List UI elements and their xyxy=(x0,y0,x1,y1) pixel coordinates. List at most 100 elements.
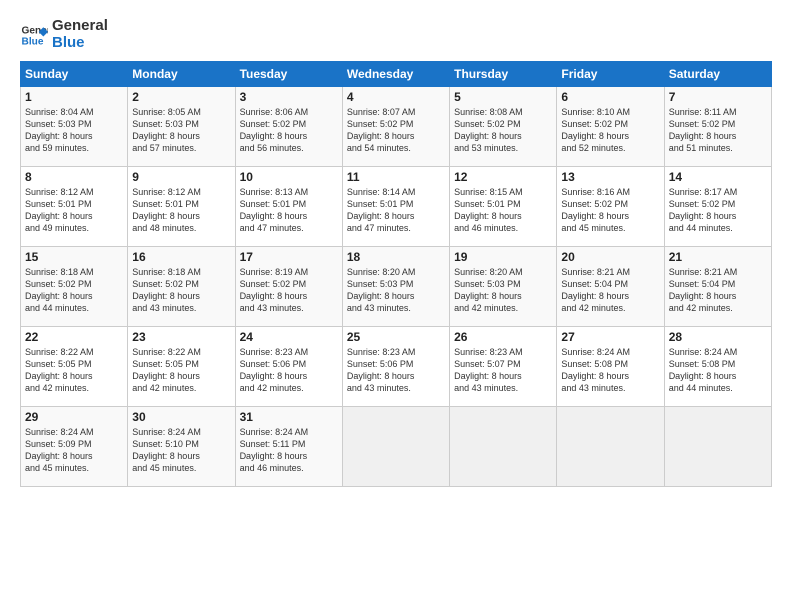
day-info: Sunrise: 8:12 AM Sunset: 5:01 PM Dayligh… xyxy=(132,186,230,235)
day-number: 26 xyxy=(454,330,552,344)
day-number: 15 xyxy=(25,250,123,264)
calendar-cell: 19 Sunrise: 8:20 AM Sunset: 5:03 PM Dayli… xyxy=(450,247,557,327)
col-thursday: Thursday xyxy=(450,62,557,87)
day-info: Sunrise: 8:05 AM Sunset: 5:03 PM Dayligh… xyxy=(132,106,230,155)
calendar-cell: 22Sunrise: 8:22 AM Sunset: 5:05 PM Dayli… xyxy=(21,327,128,407)
calendar-cell: 29 Sunrise: 8:24 AM Sunset: 5:09 PM Dayli… xyxy=(21,407,128,487)
calendar-cell: 16 Sunrise: 8:18 AM Sunset: 5:02 PM Dayli… xyxy=(128,247,235,327)
col-sunday: Sunday xyxy=(21,62,128,87)
day-info: Sunrise: 8:06 AM Sunset: 5:02 PM Dayligh… xyxy=(240,106,338,155)
day-info: Sunrise: 8:04 AM Sunset: 5:03 PM Dayligh… xyxy=(25,106,123,155)
calendar-cell: 12 Sunrise: 8:15 AM Sunset: 5:01 PM Dayli… xyxy=(450,167,557,247)
col-monday: Monday xyxy=(128,62,235,87)
logo-text-blue: Blue xyxy=(52,35,108,52)
day-info: Sunrise: 8:15 AM Sunset: 5:01 PM Dayligh… xyxy=(454,186,552,235)
calendar-cell: 6 Sunrise: 8:10 AM Sunset: 5:02 PM Daylig… xyxy=(557,87,664,167)
col-tuesday: Tuesday xyxy=(235,62,342,87)
calendar-cell xyxy=(342,407,449,487)
day-number: 7 xyxy=(669,90,767,104)
header-row: Sunday Monday Tuesday Wednesday Thursday… xyxy=(21,62,772,87)
calendar-cell: 25 Sunrise: 8:23 AM Sunset: 5:06 PM Dayli… xyxy=(342,327,449,407)
day-info: Sunrise: 8:13 AM Sunset: 5:01 PM Dayligh… xyxy=(240,186,338,235)
calendar-cell: 15 Sunrise: 8:18 AM Sunset: 5:02 PM Dayli… xyxy=(21,247,128,327)
day-info: Sunrise: 8:20 AM Sunset: 5:03 PM Dayligh… xyxy=(454,266,552,315)
day-info: Sunrise: 8:23 AM Sunset: 5:06 PM Dayligh… xyxy=(347,346,445,395)
calendar-cell xyxy=(450,407,557,487)
day-info: Sunrise: 8:24 AM Sunset: 5:11 PM Dayligh… xyxy=(240,426,338,475)
col-wednesday: Wednesday xyxy=(342,62,449,87)
day-number: 29 xyxy=(25,410,123,424)
calendar-cell: 30Sunrise: 8:24 AM Sunset: 5:10 PM Dayli… xyxy=(128,407,235,487)
col-saturday: Saturday xyxy=(664,62,771,87)
calendar-cell: 21 Sunrise: 8:21 AM Sunset: 5:04 PM Dayli… xyxy=(664,247,771,327)
day-number: 18 xyxy=(347,250,445,264)
calendar-cell: 18Sunrise: 8:20 AM Sunset: 5:03 PM Dayli… xyxy=(342,247,449,327)
day-number: 12 xyxy=(454,170,552,184)
day-info: Sunrise: 8:21 AM Sunset: 5:04 PM Dayligh… xyxy=(669,266,767,315)
calendar-cell: 8 Sunrise: 8:12 AM Sunset: 5:01 PM Daylig… xyxy=(21,167,128,247)
day-number: 2 xyxy=(132,90,230,104)
calendar-cell: 14Sunrise: 8:17 AM Sunset: 5:02 PM Dayli… xyxy=(664,167,771,247)
day-info: Sunrise: 8:24 AM Sunset: 5:08 PM Dayligh… xyxy=(561,346,659,395)
day-number: 11 xyxy=(347,170,445,184)
day-number: 8 xyxy=(25,170,123,184)
day-info: Sunrise: 8:18 AM Sunset: 5:02 PM Dayligh… xyxy=(132,266,230,315)
day-number: 9 xyxy=(132,170,230,184)
day-number: 22 xyxy=(25,330,123,344)
day-info: Sunrise: 8:10 AM Sunset: 5:02 PM Dayligh… xyxy=(561,106,659,155)
calendar-cell: 10 Sunrise: 8:13 AM Sunset: 5:01 PM Dayli… xyxy=(235,167,342,247)
day-number: 10 xyxy=(240,170,338,184)
calendar-cell: 17Sunrise: 8:19 AM Sunset: 5:02 PM Dayli… xyxy=(235,247,342,327)
calendar-table: Sunday Monday Tuesday Wednesday Thursday… xyxy=(20,61,772,487)
day-number: 21 xyxy=(669,250,767,264)
day-info: Sunrise: 8:16 AM Sunset: 5:02 PM Dayligh… xyxy=(561,186,659,235)
calendar-cell: 4 Sunrise: 8:07 AM Sunset: 5:02 PM Daylig… xyxy=(342,87,449,167)
day-info: Sunrise: 8:11 AM Sunset: 5:02 PM Dayligh… xyxy=(669,106,767,155)
calendar-cell xyxy=(664,407,771,487)
day-number: 31 xyxy=(240,410,338,424)
calendar-week-2: 8 Sunrise: 8:12 AM Sunset: 5:01 PM Daylig… xyxy=(21,167,772,247)
page: General Blue General Blue Sunday Monday … xyxy=(0,0,792,612)
day-number: 25 xyxy=(347,330,445,344)
calendar-cell: 31 Sunrise: 8:24 AM Sunset: 5:11 PM Dayli… xyxy=(235,407,342,487)
calendar-week-4: 22 Sunrise: 8:22 AM Sunset: 5:05 PM Dayli… xyxy=(21,327,772,407)
calendar-cell: 13Sunrise: 8:16 AM Sunset: 5:02 PM Dayli… xyxy=(557,167,664,247)
day-number: 4 xyxy=(347,90,445,104)
calendar-cell: 9 Sunrise: 8:12 AM Sunset: 5:01 PM Daylig… xyxy=(128,167,235,247)
calendar-week-3: 15 Sunrise: 8:18 AM Sunset: 5:02 PM Dayli… xyxy=(21,247,772,327)
day-number: 3 xyxy=(240,90,338,104)
day-info: Sunrise: 8:08 AM Sunset: 5:02 PM Dayligh… xyxy=(454,106,552,155)
day-info: Sunrise: 8:18 AM Sunset: 5:02 PM Dayligh… xyxy=(25,266,123,315)
calendar-cell xyxy=(557,407,664,487)
day-info: Sunrise: 8:22 AM Sunset: 5:05 PM Dayligh… xyxy=(132,346,230,395)
logo-icon: General Blue xyxy=(20,21,48,49)
calendar-week-1: 1 Sunrise: 8:04 AM Sunset: 5:03 PM Daylig… xyxy=(21,87,772,167)
day-number: 28 xyxy=(669,330,767,344)
calendar-cell: 2 Sunrise: 8:05 AM Sunset: 5:03 PM Daylig… xyxy=(128,87,235,167)
calendar-cell: 28 Sunrise: 8:24 AM Sunset: 5:08 PM Dayli… xyxy=(664,327,771,407)
day-info: Sunrise: 8:21 AM Sunset: 5:04 PM Dayligh… xyxy=(561,266,659,315)
day-number: 1 xyxy=(25,90,123,104)
col-friday: Friday xyxy=(557,62,664,87)
svg-text:Blue: Blue xyxy=(22,36,44,47)
calendar-cell: 23 Sunrise: 8:22 AM Sunset: 5:05 PM Dayli… xyxy=(128,327,235,407)
day-number: 19 xyxy=(454,250,552,264)
day-info: Sunrise: 8:12 AM Sunset: 5:01 PM Dayligh… xyxy=(25,186,123,235)
day-info: Sunrise: 8:23 AM Sunset: 5:06 PM Dayligh… xyxy=(240,346,338,395)
logo-text-general: General xyxy=(52,18,108,35)
calendar-cell: 11Sunrise: 8:14 AM Sunset: 5:01 PM Dayli… xyxy=(342,167,449,247)
day-info: Sunrise: 8:24 AM Sunset: 5:08 PM Dayligh… xyxy=(669,346,767,395)
day-number: 24 xyxy=(240,330,338,344)
day-info: Sunrise: 8:07 AM Sunset: 5:02 PM Dayligh… xyxy=(347,106,445,155)
day-info: Sunrise: 8:24 AM Sunset: 5:09 PM Dayligh… xyxy=(25,426,123,475)
calendar-cell: 7 Sunrise: 8:11 AM Sunset: 5:02 PM Daylig… xyxy=(664,87,771,167)
day-number: 6 xyxy=(561,90,659,104)
calendar-cell: 27Sunrise: 8:24 AM Sunset: 5:08 PM Dayli… xyxy=(557,327,664,407)
day-number: 20 xyxy=(561,250,659,264)
calendar-cell: 1 Sunrise: 8:04 AM Sunset: 5:03 PM Daylig… xyxy=(21,87,128,167)
calendar-cell: 26Sunrise: 8:23 AM Sunset: 5:07 PM Dayli… xyxy=(450,327,557,407)
day-number: 16 xyxy=(132,250,230,264)
day-number: 14 xyxy=(669,170,767,184)
calendar-cell: 5Sunrise: 8:08 AM Sunset: 5:02 PM Daylig… xyxy=(450,87,557,167)
day-number: 23 xyxy=(132,330,230,344)
